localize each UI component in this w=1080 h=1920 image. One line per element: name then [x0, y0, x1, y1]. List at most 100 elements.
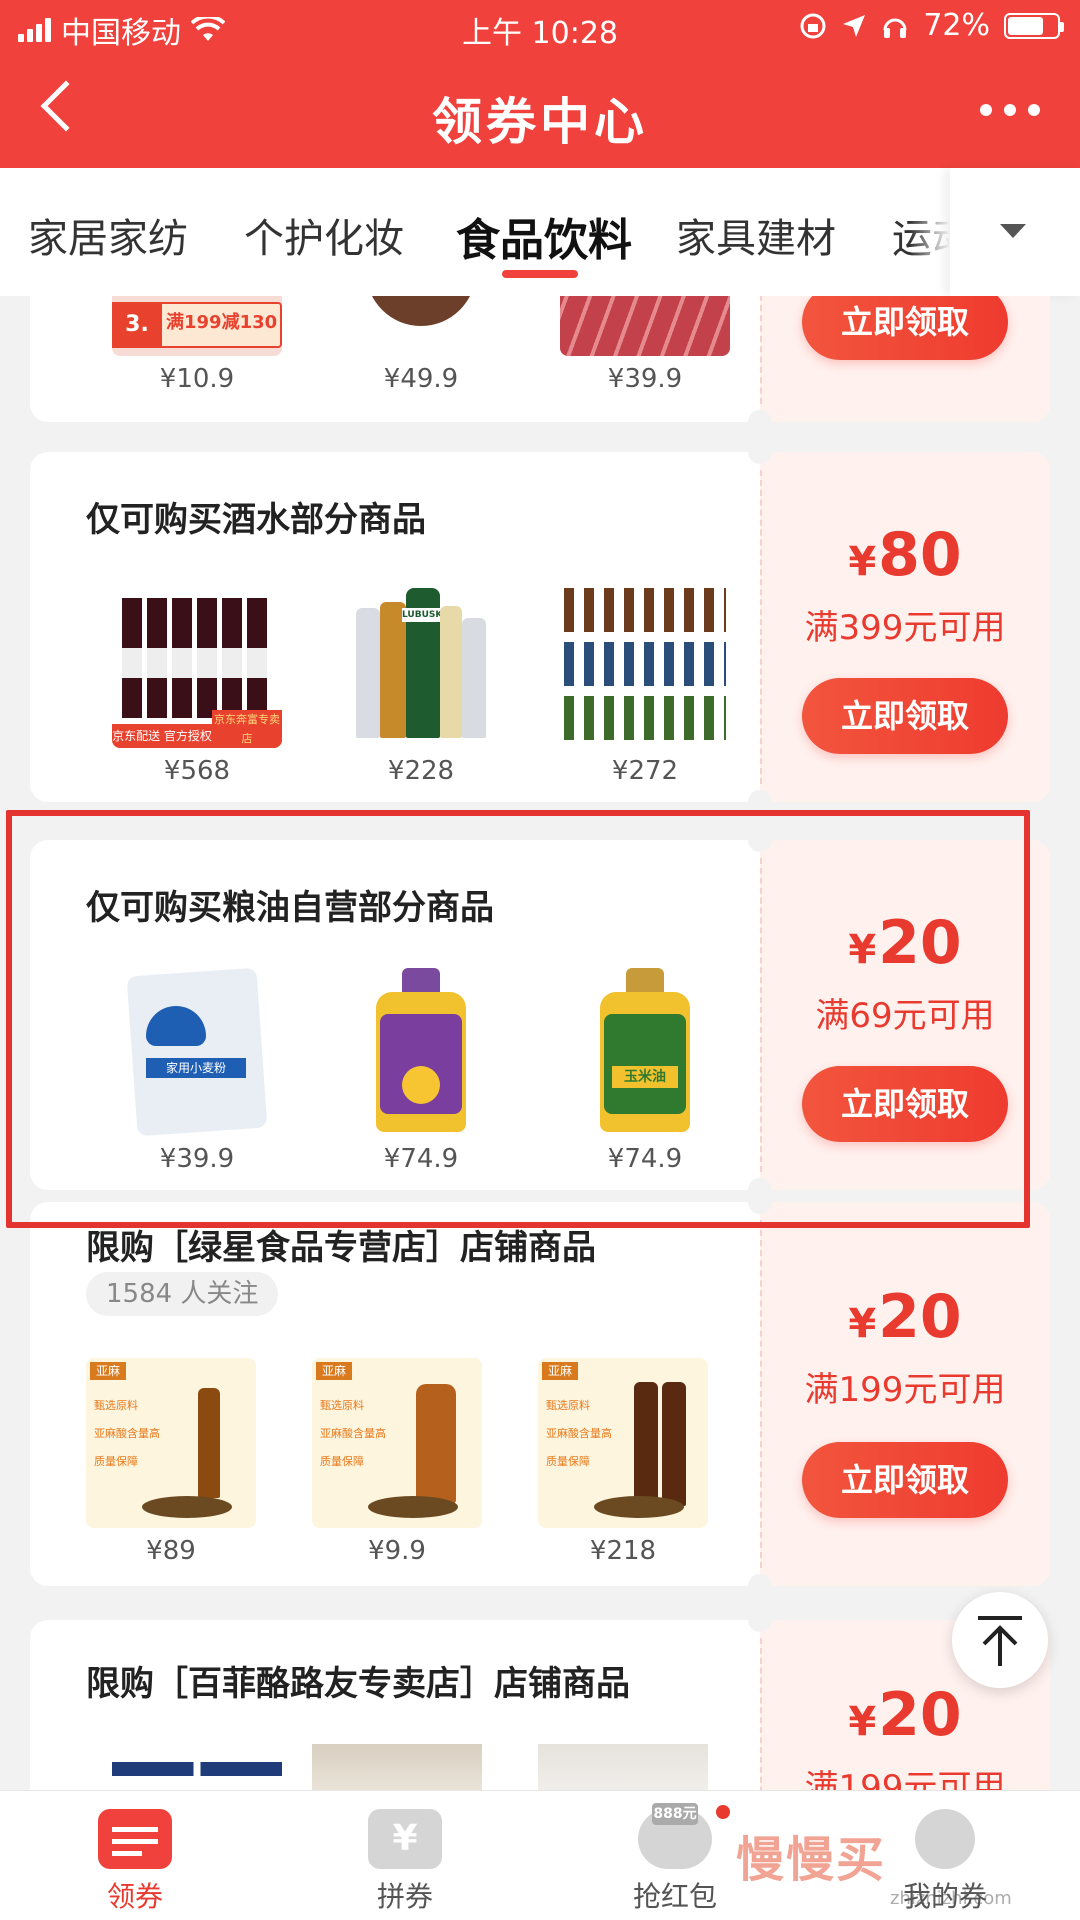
coupon-title: 仅可购买粮油自营部分商品 [86, 888, 494, 928]
product-item[interactable]: 3. 满199减130 ¥10.9 [112, 296, 282, 394]
location-icon [843, 14, 866, 37]
chevron-down-icon [1000, 224, 1026, 238]
coupon-title: 限购［百菲酪路友专卖店］店铺商品 [86, 1664, 630, 1704]
promo-label: 满199减130 [166, 312, 278, 333]
tab-home-textiles[interactable]: 家居家纺 [28, 206, 188, 264]
product-image: 3. 满199减130 [112, 296, 282, 356]
claim-button[interactable]: 立即领取 [802, 678, 1008, 754]
product-price: ¥9.9 [368, 1536, 426, 1566]
brand-tag: 亚麻 [316, 1362, 352, 1380]
package-label: 家用小麦粉 [146, 1058, 246, 1078]
product-item[interactable]: ¥74.9 [336, 966, 506, 1174]
coupon-amount: ¥20 [848, 908, 962, 978]
more-dots-icon[interactable] [980, 104, 1040, 116]
product-image [538, 1744, 708, 1790]
brand-tag: 亚麻 [90, 1362, 126, 1380]
status-bar: 中国移动 上午 10:28 72% [0, 0, 1080, 56]
product-item[interactable]: 玉米油 ¥74.9 [560, 966, 730, 1174]
product-image: 亚麻 甄选原料 亚麻酸含量高 质量保障 [312, 1358, 482, 1528]
product-price: ¥89 [146, 1536, 196, 1566]
group-coupon-icon: ¥ [368, 1809, 442, 1869]
bottom-nav-group-coupons[interactable]: ¥ 拼券 [270, 1791, 540, 1920]
coupon-card: 限购［百菲酪路友专卖店］店铺商品 ¥20 满199元可用 [30, 1620, 1050, 1790]
product-price: ¥74.9 [607, 1144, 683, 1174]
bottle-label: LUBUSKI [402, 608, 444, 622]
rotation-lock-icon [800, 13, 826, 38]
coupon-title: 仅可购买酒水部分商品 [86, 500, 426, 540]
active-tab-underline [502, 270, 578, 278]
product-price: ¥568 [163, 756, 231, 786]
headphones-icon [883, 18, 907, 38]
claim-button[interactable]: 立即领取 [802, 1066, 1008, 1142]
product-item[interactable]: 家用小麦粉 ¥39.9 [112, 966, 282, 1174]
coupon-icon [98, 1809, 172, 1869]
notification-dot [716, 1805, 730, 1819]
claim-button[interactable]: 立即领取 [802, 296, 1008, 360]
claim-button[interactable]: 立即领取 [802, 1442, 1008, 1518]
product-image: LUBUSKI [336, 578, 506, 748]
product-price: ¥10.9 [159, 364, 235, 394]
my-coupons-icon [915, 1809, 975, 1869]
battery-fill [1008, 16, 1043, 35]
category-tabs: 家居家纺 个护化妆 食品饮料 家具建材 运动 [0, 168, 1080, 296]
product-item[interactable]: LUBUSKI ¥228 [336, 578, 506, 786]
product-price: ¥228 [387, 756, 455, 786]
product-image: 亚麻 甄选原料 亚麻酸含量高 质量保障 [538, 1358, 708, 1528]
app-header: 中国移动 上午 10:28 72% 领券中心 [0, 0, 1080, 168]
product-price: ¥39.9 [607, 364, 683, 394]
product-image: 家用小麦粉 [112, 966, 282, 1136]
coupon-condition: 满69元可用 [815, 996, 995, 1036]
product-tag: 京东奔富专卖店 [212, 710, 282, 748]
coupon-amount: ¥80 [848, 520, 962, 590]
tab-personal-care[interactable]: 个护化妆 [244, 206, 404, 264]
coupon-condition: 满199元可用 [804, 1370, 1006, 1410]
product-image [336, 296, 506, 356]
product-image [336, 966, 506, 1136]
product-price: ¥74.9 [383, 1144, 459, 1174]
watermark-site: zhizhizhi.com [890, 1888, 1012, 1909]
product-price: ¥218 [589, 1536, 657, 1566]
product-tag: 京东配送 官方授权 [112, 724, 212, 748]
brand-tag: 亚麻 [542, 1362, 578, 1380]
product-item[interactable]: 亚麻 甄选原料 亚麻酸含量高 质量保障 ¥89 [86, 1358, 256, 1566]
product-image [560, 296, 730, 356]
tab-food-beverage[interactable]: 食品饮料 [456, 204, 632, 268]
coupon-card: 仅可购买酒水部分商品 京东配送 官方授权 京东奔富专卖店 ¥568 LUBUSK… [30, 452, 1050, 802]
battery-icon [1004, 12, 1064, 39]
product-image: 亚麻 甄选原料 亚麻酸含量高 质量保障 [86, 1358, 256, 1528]
battery-percent: 72% [923, 8, 990, 43]
coupon-amount: ¥20 [848, 1282, 962, 1352]
page-title: 领券中心 [432, 93, 648, 151]
bottom-nav-coupons[interactable]: 领券 [0, 1791, 270, 1920]
followers-badge: 1584 人关注 [86, 1272, 279, 1316]
coupon-card: 仅可购买粮油自营部分商品 家用小麦粉 ¥39.9 ¥74.9 玉米油 ¥74.9… [30, 840, 1050, 1190]
coupon-amount: ¥20 [848, 1680, 962, 1750]
product-item[interactable]: ¥49.9 [336, 296, 506, 394]
product-item[interactable]: ¥272 [560, 578, 730, 786]
bottle-label: 玉米油 [612, 1066, 678, 1088]
tab-furniture-building[interactable]: 家具建材 [676, 206, 836, 264]
tabs-dropdown-button[interactable] [950, 168, 1080, 296]
product-price: ¥49.9 [383, 364, 459, 394]
product-item[interactable]: 京东配送 官方授权 京东奔富专卖店 ¥568 [112, 578, 282, 786]
coupon-card: 限购［绿星食品专营店］店铺商品 1584 人关注 亚麻 甄选原料 亚麻酸含量高 … [30, 1202, 1050, 1586]
product-image: 玉米油 [560, 966, 730, 1136]
product-image [560, 578, 730, 748]
watermark-text: 慢慢买 [736, 1832, 887, 1888]
product-image [112, 1744, 282, 1790]
arrow-up-icon [978, 1616, 1022, 1666]
product-price: ¥39.9 [159, 1144, 235, 1174]
nav-bar: 领券中心 [0, 60, 1080, 160]
product-price: ¥272 [611, 756, 679, 786]
product-item[interactable]: 亚麻 甄选原料 亚麻酸含量高 质量保障 ¥9.9 [312, 1358, 482, 1566]
coupon-condition: 满199元可用 [804, 1768, 1006, 1790]
coupon-title: 限购［绿星食品专营店］店铺商品 [86, 1228, 596, 1268]
coupon-card: 3. 满199减130 ¥10.9 ¥49.9 ¥39.9 立即领取 [30, 296, 1050, 422]
product-item[interactable]: 亚麻 甄选原料 亚麻酸含量高 质量保障 ¥218 [538, 1358, 708, 1566]
product-image [312, 1744, 482, 1790]
coupon-list[interactable]: 3. 满199减130 ¥10.9 ¥49.9 ¥39.9 立即领取 仅可购买酒… [0, 296, 1080, 1790]
product-item[interactable]: ¥39.9 [560, 296, 730, 394]
coupon-condition: 满399元可用 [804, 608, 1006, 648]
red-packet-icon: 888元 [638, 1803, 712, 1869]
back-to-top-button[interactable] [952, 1592, 1048, 1688]
